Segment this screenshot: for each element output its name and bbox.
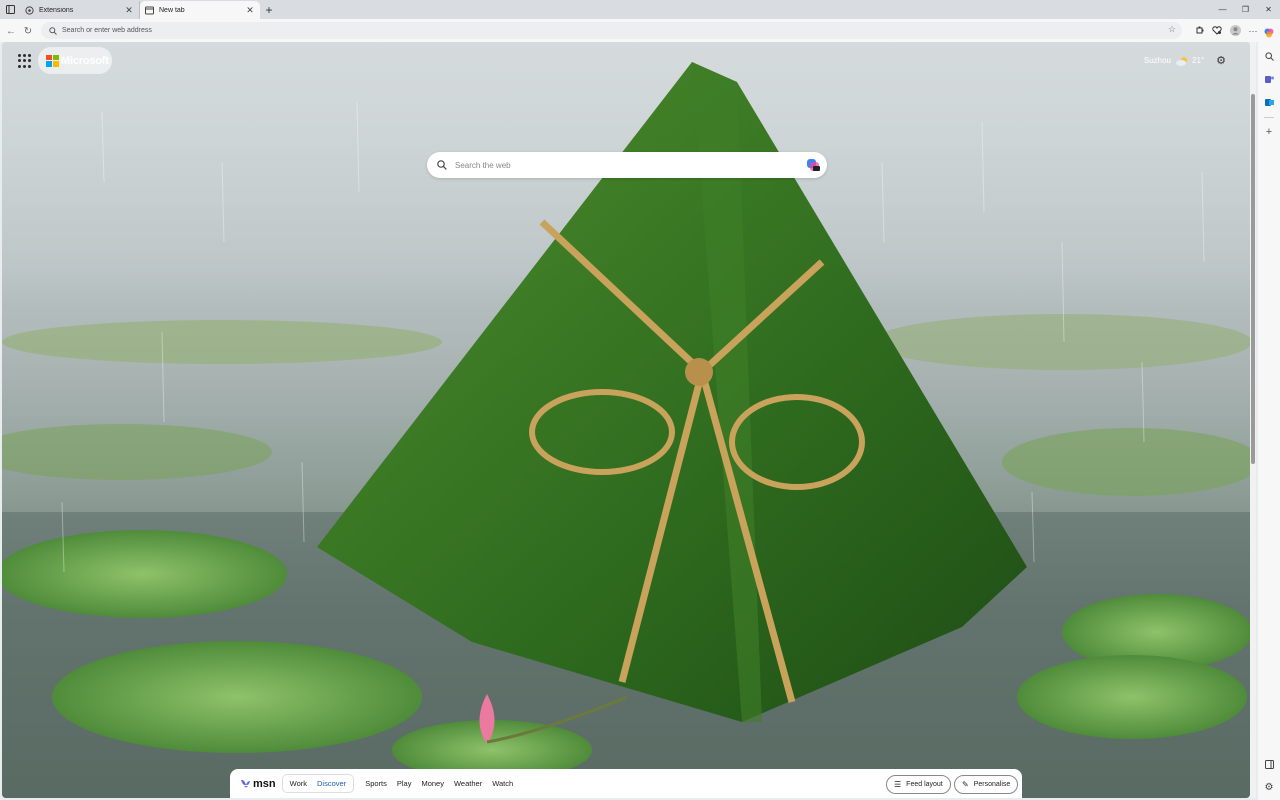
segment-work[interactable]: Work: [285, 776, 312, 791]
copilot-search-icon[interactable]: [805, 157, 821, 173]
favorite-star-icon[interactable]: ☆: [1168, 24, 1176, 35]
sidebar-settings-button[interactable]: ⚙: [1260, 778, 1278, 796]
restore-icon[interactable]: ❐: [1234, 0, 1257, 19]
extensions-page-icon: [25, 5, 34, 15]
tab-title: Extensions: [39, 6, 74, 14]
browser-toolbar: ← ↻ Search or enter web address ☆ ···: [0, 19, 1280, 42]
address-placeholder: Search or enter web address: [62, 27, 152, 34]
new-tab-icon: [145, 6, 154, 15]
msn-logo-text: msn: [253, 777, 276, 790]
personalise-label: Personalise: [973, 781, 1011, 788]
personalise-icon: ✎: [962, 780, 969, 789]
back-button[interactable]: ←: [2, 22, 20, 40]
nav-play[interactable]: Play: [392, 779, 417, 788]
window-controls: — ❐ ✕: [1211, 0, 1280, 19]
heart-pulse-icon: [1212, 26, 1222, 35]
app-launcher-button[interactable]: [18, 54, 32, 68]
weather-widget[interactable]: Suzhou 21° ⚙: [1144, 54, 1226, 67]
partly-cloudy-icon: [1176, 56, 1188, 66]
web-search-box[interactable]: Search the web: [427, 152, 827, 178]
tab-actions-icon: [5, 5, 15, 14]
tab-title: New tab: [159, 6, 185, 14]
edge-sidebar: + ⚙: [1258, 19, 1280, 800]
weather-temperature: 21°: [1192, 56, 1205, 65]
search-icon: [49, 26, 57, 35]
tab-extensions[interactable]: Extensions ✕: [20, 1, 140, 19]
feed-layout-button[interactable]: ☰ Feed layout: [886, 775, 951, 794]
feed-layout-label: Feed layout: [906, 781, 943, 788]
new-tab-button[interactable]: +: [260, 1, 278, 19]
sidebar-bottom: ⚙: [1260, 750, 1278, 796]
tab-close-icon[interactable]: ✕: [245, 5, 255, 16]
scrollbar-thumb[interactable]: [1251, 94, 1255, 464]
tab-strip: Extensions ✕ New tab ✕ + — ❐ ✕: [0, 0, 1280, 19]
weather-city: Suzhou: [1143, 56, 1172, 65]
back-arrow-icon: ←: [6, 25, 16, 37]
gear-icon: ⚙: [1264, 781, 1274, 793]
msn-feed-bar: msn Work Discover Sports Play Money Weat…: [230, 769, 1022, 798]
profile-button[interactable]: [1226, 22, 1244, 40]
new-tab-page: Microsoft Suzhou 21° ⚙ Search the web ms…: [2, 42, 1250, 798]
msn-butterfly-icon: [241, 779, 250, 787]
page-scrollbar[interactable]: [1250, 42, 1256, 798]
sidebar-teams-button[interactable]: [1260, 70, 1278, 88]
nav-money[interactable]: Money: [416, 779, 449, 788]
sidebar-divider: [1264, 117, 1274, 118]
nav-weather[interactable]: Weather: [449, 779, 487, 788]
address-bar[interactable]: Search or enter web address ☆: [41, 22, 1182, 39]
microsoft-brand[interactable]: Microsoft: [38, 47, 112, 74]
teams-icon: [1264, 75, 1274, 83]
search-icon: [437, 160, 447, 170]
nav-watch[interactable]: Watch: [487, 779, 518, 788]
nav-sports[interactable]: Sports: [360, 779, 392, 788]
outlook-icon: [1264, 98, 1274, 106]
sidebar-add-button[interactable]: +: [1260, 123, 1278, 141]
avatar-icon: [1229, 25, 1241, 36]
extensions-puzzle-icon: [1196, 26, 1203, 34]
tab-actions-button[interactable]: [0, 0, 20, 19]
brand-name: Microsoft: [61, 54, 109, 67]
browser-essentials-button[interactable]: [1208, 22, 1226, 40]
microsoft-logo-icon: [46, 54, 59, 67]
tab-new-tab[interactable]: New tab ✕: [140, 1, 260, 19]
sidebar-hide-button[interactable]: [1260, 755, 1278, 773]
search-placeholder: Search the web: [455, 160, 511, 170]
feed-segment-control: Work Discover: [281, 774, 355, 793]
feed-layout-icon: ☰: [894, 780, 902, 789]
close-icon[interactable]: ✕: [1257, 0, 1280, 19]
page-settings-gear-icon[interactable]: ⚙: [1216, 54, 1226, 67]
segment-discover[interactable]: Discover: [312, 776, 352, 791]
sidebar-copilot-button[interactable]: [1260, 24, 1278, 42]
plus-icon: +: [1265, 126, 1273, 138]
search-icon: [1264, 51, 1274, 61]
copilot-icon: [1264, 28, 1274, 38]
sidebar-search-button[interactable]: [1260, 47, 1278, 65]
extensions-button[interactable]: [1190, 22, 1208, 40]
tab-close-icon[interactable]: ✕: [124, 5, 134, 16]
msn-logo[interactable]: msn: [240, 778, 276, 790]
personalise-button[interactable]: ✎ Personalise: [954, 775, 1019, 794]
refresh-button[interactable]: ↻: [19, 22, 37, 40]
sidebar-panel-icon: [1264, 759, 1274, 769]
sidebar-outlook-button[interactable]: [1260, 93, 1278, 111]
minimize-icon[interactable]: —: [1211, 0, 1234, 19]
refresh-icon: ↻: [23, 25, 33, 37]
